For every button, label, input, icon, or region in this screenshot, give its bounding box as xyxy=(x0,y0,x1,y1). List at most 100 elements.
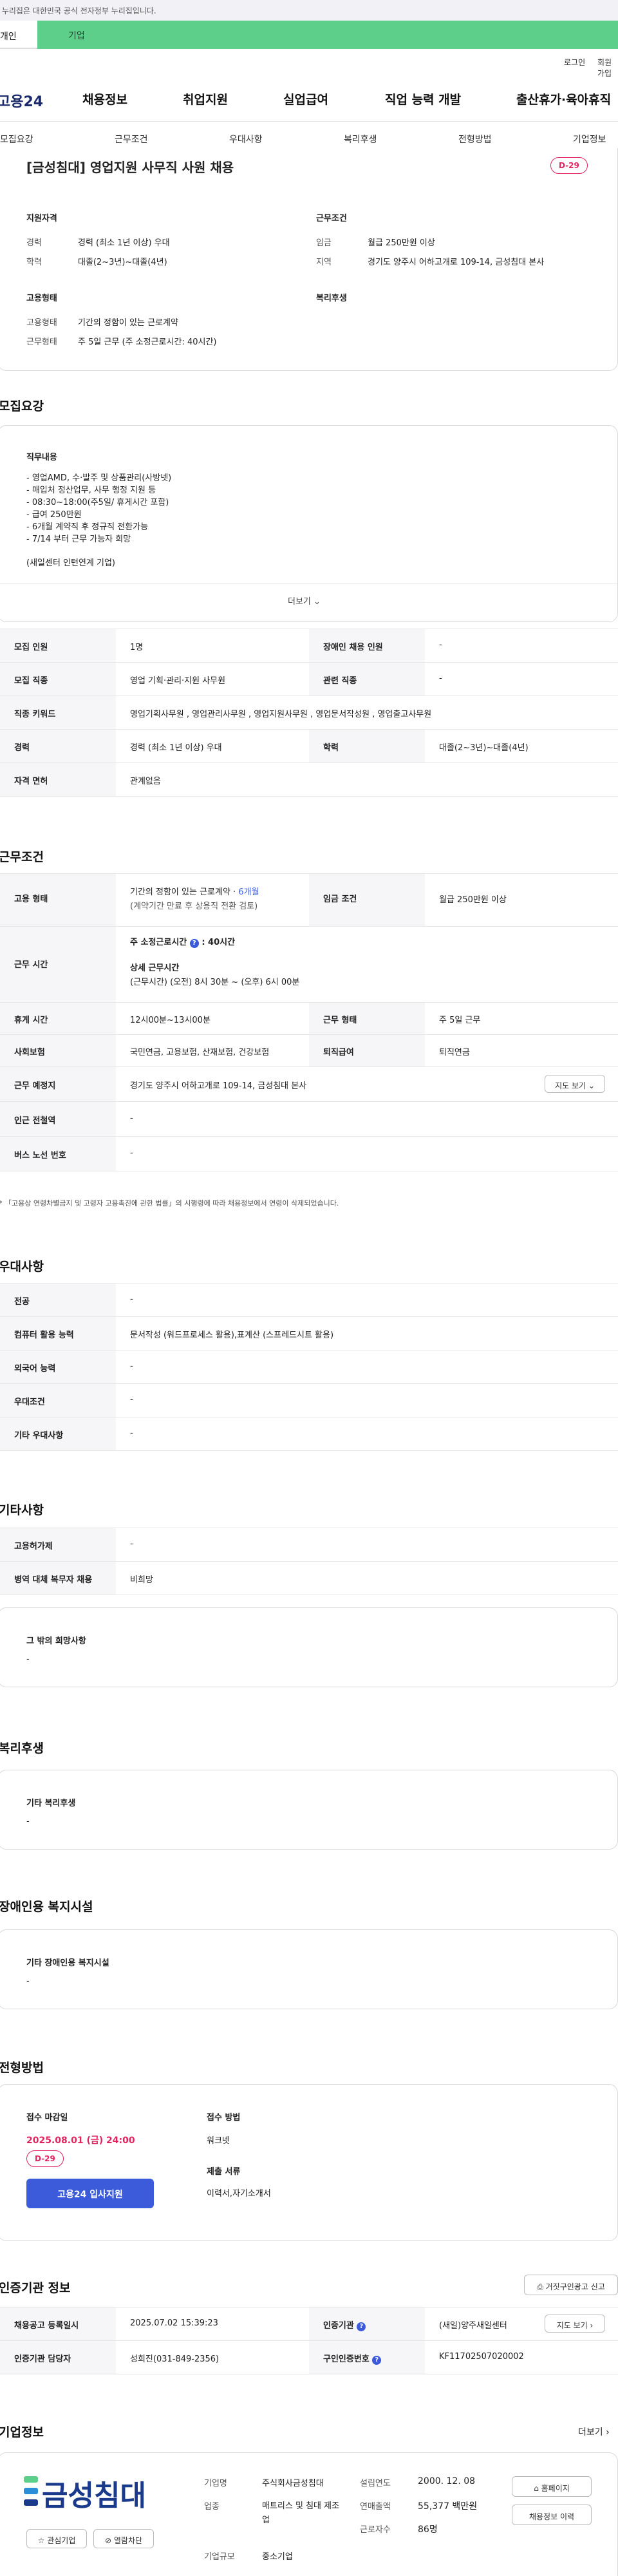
station-label: 인근 전철역 xyxy=(0,1102,116,1136)
docs-title: 제출 서류 xyxy=(207,2167,241,2177)
edu-label: 학력 xyxy=(26,258,42,267)
emptype-value: 기간의 정함이 있는 근로계약 xyxy=(78,318,178,328)
subnav-welfare[interactable]: 복리후생 xyxy=(344,133,377,146)
recruit-value: 1명 xyxy=(130,643,144,652)
prefer-value: 문서작성 (워드프로세스 활용),표계산 (스프레드시트 활용) xyxy=(130,1331,334,1340)
tab-personal[interactable]: 개인 xyxy=(0,21,37,49)
bus-label: 버스 노선 번호 xyxy=(0,1137,116,1171)
duty-note: (새일센터 인턴연계 기업) xyxy=(26,558,116,568)
area-value: 경기도 양주시 어하고개로 109-14, 금성침대 본사 xyxy=(368,258,545,267)
prefer-value: - xyxy=(130,1395,133,1405)
reg-value: 2025.07.02 15:39:23 xyxy=(130,2318,218,2328)
company-more-link[interactable]: 더보기 › xyxy=(578,2425,610,2438)
recruit-label: 직종 키워드 xyxy=(0,696,116,729)
place-value: 경기도 양주시 어하고개로 109-14, 금성침대 본사 xyxy=(130,1081,307,1091)
jobs-history-button[interactable]: 채용정보 이력 xyxy=(512,2505,592,2525)
tab-company[interactable]: 기업 xyxy=(37,21,618,49)
row-divider xyxy=(0,796,618,797)
hope-card: 그 밖의 희망사항 - xyxy=(0,1607,618,1687)
other-label: 고용허가제 xyxy=(0,1528,116,1561)
site-logo[interactable]: 고용24 xyxy=(0,90,43,111)
row-divider xyxy=(0,1450,618,1451)
method-value: 워크넷 xyxy=(207,2136,230,2146)
dday-badge: D-29 xyxy=(550,157,588,174)
help-icon[interactable]: ? xyxy=(372,2356,382,2365)
subnav-condition[interactable]: 근무조건 xyxy=(115,133,148,146)
station-value: - xyxy=(130,1113,133,1123)
wage-label: 임금 xyxy=(316,238,332,248)
gnb-jobs[interactable]: 채용정보 xyxy=(82,90,127,108)
recruit-heading: 모집요강 xyxy=(0,399,44,413)
emp-sub: (계약기간 만료 후 상용직 전환 검토) xyxy=(130,902,258,911)
emp-label: 고용 형태 xyxy=(0,874,116,926)
login-link[interactable]: 로그인 xyxy=(564,57,585,68)
prefer-heading: 우대사항 xyxy=(0,1260,44,1274)
size-label: 기업규모 xyxy=(204,2552,235,2562)
block-icon: ⊘ xyxy=(104,2536,112,2545)
career-label: 경력 xyxy=(26,238,42,248)
company-card: 금성침대 ☆ 관심기업 ⊘ 열람차단 기업명 주식회사금성침대 설립연도 200… xyxy=(0,2452,618,2576)
favorite-button[interactable]: ☆ 관심기업 xyxy=(26,2529,87,2548)
other-value: 비희망 xyxy=(130,1575,153,1585)
qual-title: 지원자격 xyxy=(26,214,57,223)
chevron-right-icon: › xyxy=(606,2427,610,2438)
emptype-label: 고용형태 xyxy=(26,318,57,328)
gnb-leave[interactable]: 출산휴가·육아휴직 xyxy=(516,90,611,108)
emp-count-value: 86명 xyxy=(418,2524,438,2535)
block-button[interactable]: ⊘ 열람차단 xyxy=(93,2529,154,2548)
summary-card: [금성침대] 영업지원 사무직 사원 채용 D-29 지원자격 근무조건 경력 … xyxy=(0,148,618,371)
org-map-button[interactable]: 지도 보기 › xyxy=(545,2315,605,2333)
company-logo-icon xyxy=(24,2474,38,2512)
est-value: 2000. 12. 08 xyxy=(418,2476,476,2486)
size-value: 중소기업 xyxy=(262,2552,293,2562)
subnav-screening[interactable]: 전형방법 xyxy=(458,133,492,146)
ind-label: 업종 xyxy=(204,2502,220,2512)
facility-box-title: 기타 장애인용 복지시설 xyxy=(26,1958,109,1968)
bus-value: - xyxy=(130,1148,133,1158)
mgr-label: 인증기관 담당자 xyxy=(0,2341,116,2374)
screening-heading: 전형방법 xyxy=(0,2061,44,2075)
help-icon[interactable]: ? xyxy=(189,939,199,948)
subnav-prefer[interactable]: 우대사항 xyxy=(229,133,263,146)
subnav-recruit[interactable]: 모집요강 xyxy=(0,133,33,146)
ins-label: 사회보험 xyxy=(0,1035,116,1066)
report-button[interactable]: ⎙ 거짓구인광고 신고 xyxy=(524,2275,618,2295)
welfare-heading: 복리후생 xyxy=(0,1741,44,1756)
ret-value: 퇴직연금 xyxy=(439,1048,470,1057)
facility-heading: 장애인용 복지시설 xyxy=(0,1900,93,1914)
method-title: 접수 방법 xyxy=(207,2113,241,2123)
org-label: 인증기관 ? xyxy=(309,2307,425,2340)
divider xyxy=(0,121,618,122)
prefer-value: - xyxy=(130,1294,133,1304)
gnb-training[interactable]: 직업 능력 개발 xyxy=(385,90,461,108)
homepage-button[interactable]: ⌂ 홈페이지 xyxy=(512,2476,592,2497)
prefer-label: 기타 우대사항 xyxy=(0,1417,116,1450)
apply-button[interactable]: 고용24 입사지원 xyxy=(26,2179,154,2208)
report-icon: ⎙ xyxy=(537,2282,543,2291)
screening-card: 접수 마감일 2025.08.01 (금) 24:00 D-29 고용24 입사… xyxy=(0,2084,618,2241)
prefer-label: 우대조건 xyxy=(0,1384,116,1417)
form-label: 근무 형태 xyxy=(309,1003,425,1034)
subnav-company[interactable]: 기업정보 xyxy=(573,133,606,146)
edu-value: 대졸(2~3년)~대졸(4년) xyxy=(78,258,167,267)
help-icon[interactable]: ? xyxy=(357,2322,366,2331)
deadline-dday: D-29 xyxy=(26,2150,64,2167)
deadline-value: 2025.08.01 (금) 24:00 xyxy=(26,2136,135,2146)
company-heading: 기업정보 xyxy=(0,2425,44,2439)
career-value: 경력 (최소 1년 이상) 우대 xyxy=(78,238,170,248)
reg-label: 채용공고 등록일시 xyxy=(0,2307,116,2340)
est-label: 설립연도 xyxy=(360,2479,391,2488)
cert-table: 채용공고 등록일시 2025.07.02 15:39:23 인증기관 ? (새일… xyxy=(0,2307,618,2374)
more-button[interactable]: 더보기 ⌄ xyxy=(288,594,321,607)
star-icon: ☆ xyxy=(37,2536,45,2545)
signup-link[interactable]: 회원가입 xyxy=(597,57,618,79)
weekly-hours: 주 소정근로시간 ? : 40시간 xyxy=(130,938,236,948)
job-title: [금성침대] 영업지원 사무직 사원 채용 xyxy=(26,160,234,175)
gnb-employment-support[interactable]: 취업지원 xyxy=(183,90,228,108)
other-label: 병역 대체 복무자 채용 xyxy=(0,1562,116,1595)
gnb-unemployment-benefit[interactable]: 실업급여 xyxy=(283,90,328,108)
map-button[interactable]: 지도 보기 ⌄ xyxy=(545,1075,605,1093)
name-value: 주식회사금성침대 xyxy=(262,2479,324,2488)
rev-label: 연매출액 xyxy=(360,2502,391,2512)
gov-banner: 이 누리집은 대한민국 공식 전자정부 누리집입니다. xyxy=(0,0,618,21)
